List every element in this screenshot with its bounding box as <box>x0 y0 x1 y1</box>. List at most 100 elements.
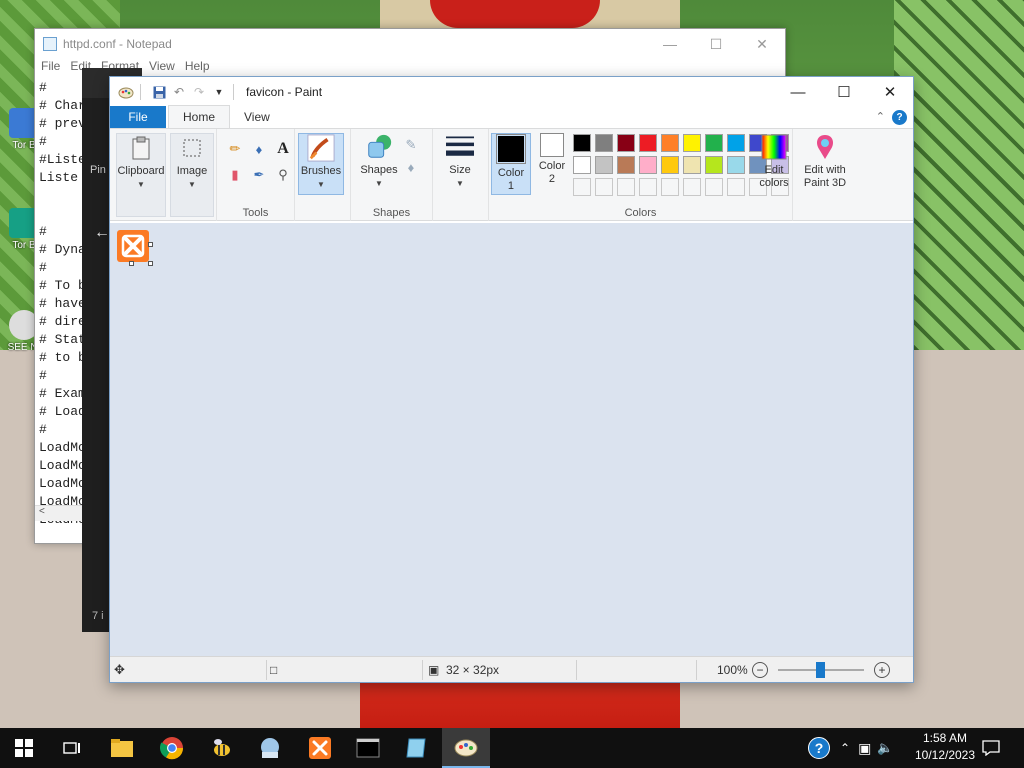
palette-swatch[interactable] <box>595 156 613 174</box>
zoom-slider-thumb[interactable] <box>816 662 825 678</box>
palette-swatch[interactable] <box>617 156 635 174</box>
color1-label: Color 1 <box>497 167 525 192</box>
pencil-icon[interactable]: ✏ <box>225 139 245 159</box>
magnifier-icon[interactable]: ⚲ <box>273 165 293 185</box>
network-icon[interactable]: ▣ <box>858 740 871 757</box>
explorer-item-count: 7 i <box>92 610 104 622</box>
custom-color-slot[interactable] <box>727 178 745 196</box>
outline-icon[interactable]: ✎ <box>401 135 421 155</box>
custom-color-slot[interactable] <box>661 178 679 196</box>
drawing-canvas[interactable] <box>117 230 149 262</box>
custom-color-slot[interactable] <box>639 178 657 196</box>
palette-swatch[interactable] <box>683 134 701 152</box>
palette-swatch[interactable] <box>573 156 591 174</box>
paint-window[interactable]: ↶ ↷ ▼ favicon - Paint — ☐ ✕ File Home Vi… <box>109 76 914 683</box>
palette-swatch[interactable] <box>661 156 679 174</box>
palette-swatch[interactable] <box>705 156 723 174</box>
menu-view[interactable]: View <box>147 59 183 77</box>
start-button[interactable] <box>0 728 48 768</box>
palette-swatch[interactable] <box>727 156 745 174</box>
paint-app-icon <box>118 84 134 100</box>
action-center-button[interactable] <box>968 728 1014 768</box>
zoom-out-icon[interactable]: − <box>752 662 768 678</box>
custom-color-slot[interactable] <box>683 178 701 196</box>
taskbar-file-explorer[interactable] <box>98 728 146 768</box>
edit-colors-button[interactable]: Edit colors <box>755 133 793 195</box>
custom-color-slot[interactable] <box>617 178 635 196</box>
tab-view[interactable]: View <box>230 106 284 128</box>
shapes-icon <box>365 133 393 161</box>
palette-swatch[interactable] <box>573 134 591 152</box>
undo-icon[interactable]: ↶ <box>171 84 187 100</box>
palette-swatch[interactable] <box>595 134 613 152</box>
minimize-button[interactable]: — <box>647 29 693 59</box>
save-icon[interactable] <box>151 84 167 100</box>
minimize-button[interactable]: — <box>775 77 821 107</box>
custom-color-slot[interactable] <box>573 178 591 196</box>
image-button[interactable]: Image ▼ <box>170 133 214 217</box>
palette-swatch[interactable] <box>639 134 657 152</box>
size-button[interactable]: Size ▼ <box>439 133 481 195</box>
palette-swatch[interactable] <box>705 134 723 152</box>
shapes-button-label: Shapes <box>360 164 398 176</box>
color2-button[interactable]: Color 2 <box>533 133 571 195</box>
taskbar-chrome[interactable] <box>148 728 196 768</box>
palette-swatch[interactable] <box>683 156 701 174</box>
xampp-icon <box>309 737 331 759</box>
menu-file[interactable]: File <box>39 59 68 77</box>
customize-quick-access-icon[interactable]: ▼ <box>211 84 227 100</box>
brushes-button[interactable]: Brushes ▼ <box>298 133 344 195</box>
selection-size-icon: □ <box>270 663 278 677</box>
help-icon[interactable]: ? <box>892 110 907 125</box>
text-tool-icon[interactable]: A <box>273 139 293 159</box>
show-hidden-icons-icon[interactable]: ⌃ <box>840 741 850 755</box>
resize-handle-right[interactable] <box>148 242 153 247</box>
taskbar-terminal[interactable] <box>344 728 392 768</box>
redo-icon[interactable]: ↷ <box>191 84 207 100</box>
collapse-ribbon-icon[interactable]: ⌃ <box>876 110 885 123</box>
color1-fill <box>498 136 524 162</box>
fill-icon[interactable]: ♦ <box>401 157 421 177</box>
notepad-title: httpd.conf - Notepad <box>63 37 172 51</box>
eraser-icon[interactable]: ▮ <box>225 165 245 185</box>
back-arrow-icon[interactable]: ← <box>94 224 110 242</box>
tab-home[interactable]: Home <box>168 105 231 128</box>
taskbar-notepad[interactable] <box>392 728 440 768</box>
volume-muted-icon[interactable]: 🔈 <box>877 740 893 756</box>
custom-color-slot[interactable] <box>705 178 723 196</box>
group-clipboard-image: Clipboard ▼ Image ▼ <box>110 129 217 221</box>
dropdown-caret-icon: ▼ <box>456 179 464 188</box>
resize-handle-corner[interactable] <box>148 261 153 266</box>
menu-help[interactable]: Help <box>183 59 218 77</box>
scroll-left-arrow[interactable]: < <box>39 506 45 517</box>
maximize-button[interactable]: ☐ <box>821 77 867 107</box>
palette-swatch[interactable] <box>661 134 679 152</box>
divider <box>696 660 697 680</box>
canvas-workspace[interactable] <box>110 223 913 659</box>
help-tray-icon[interactable]: ? <box>808 737 830 759</box>
maximize-button[interactable]: ☐ <box>693 29 739 59</box>
color-picker-icon[interactable]: ✒ <box>249 165 269 185</box>
custom-color-slot[interactable] <box>595 178 613 196</box>
taskbar-app-bee[interactable] <box>198 728 246 768</box>
dropdown-caret-icon: ▼ <box>188 180 196 189</box>
tab-file[interactable]: File <box>110 106 166 128</box>
palette-swatch[interactable] <box>727 134 745 152</box>
color1-button[interactable]: Color 1 <box>491 133 531 195</box>
task-view-button[interactable] <box>48 728 96 768</box>
palette-swatch[interactable] <box>617 134 635 152</box>
clipboard-button[interactable]: Clipboard ▼ <box>116 133 166 217</box>
taskbar-app-anime[interactable] <box>246 728 294 768</box>
divider <box>576 660 577 680</box>
fill-bucket-icon[interactable]: ♦ <box>249 139 269 159</box>
close-button[interactable]: ✕ <box>739 29 785 59</box>
shapes-button[interactable]: Shapes ▼ <box>357 133 401 195</box>
taskbar-paint[interactable] <box>442 728 490 768</box>
select-rectangle-icon <box>178 134 206 162</box>
edit-with-paint3d-button[interactable]: Edit with Paint 3D <box>797 133 853 195</box>
zoom-in-icon[interactable]: + <box>874 662 890 678</box>
palette-swatch[interactable] <box>639 156 657 174</box>
resize-handle-bottom[interactable] <box>129 261 134 266</box>
close-button[interactable]: ✕ <box>867 77 913 107</box>
taskbar-xampp[interactable] <box>296 728 344 768</box>
